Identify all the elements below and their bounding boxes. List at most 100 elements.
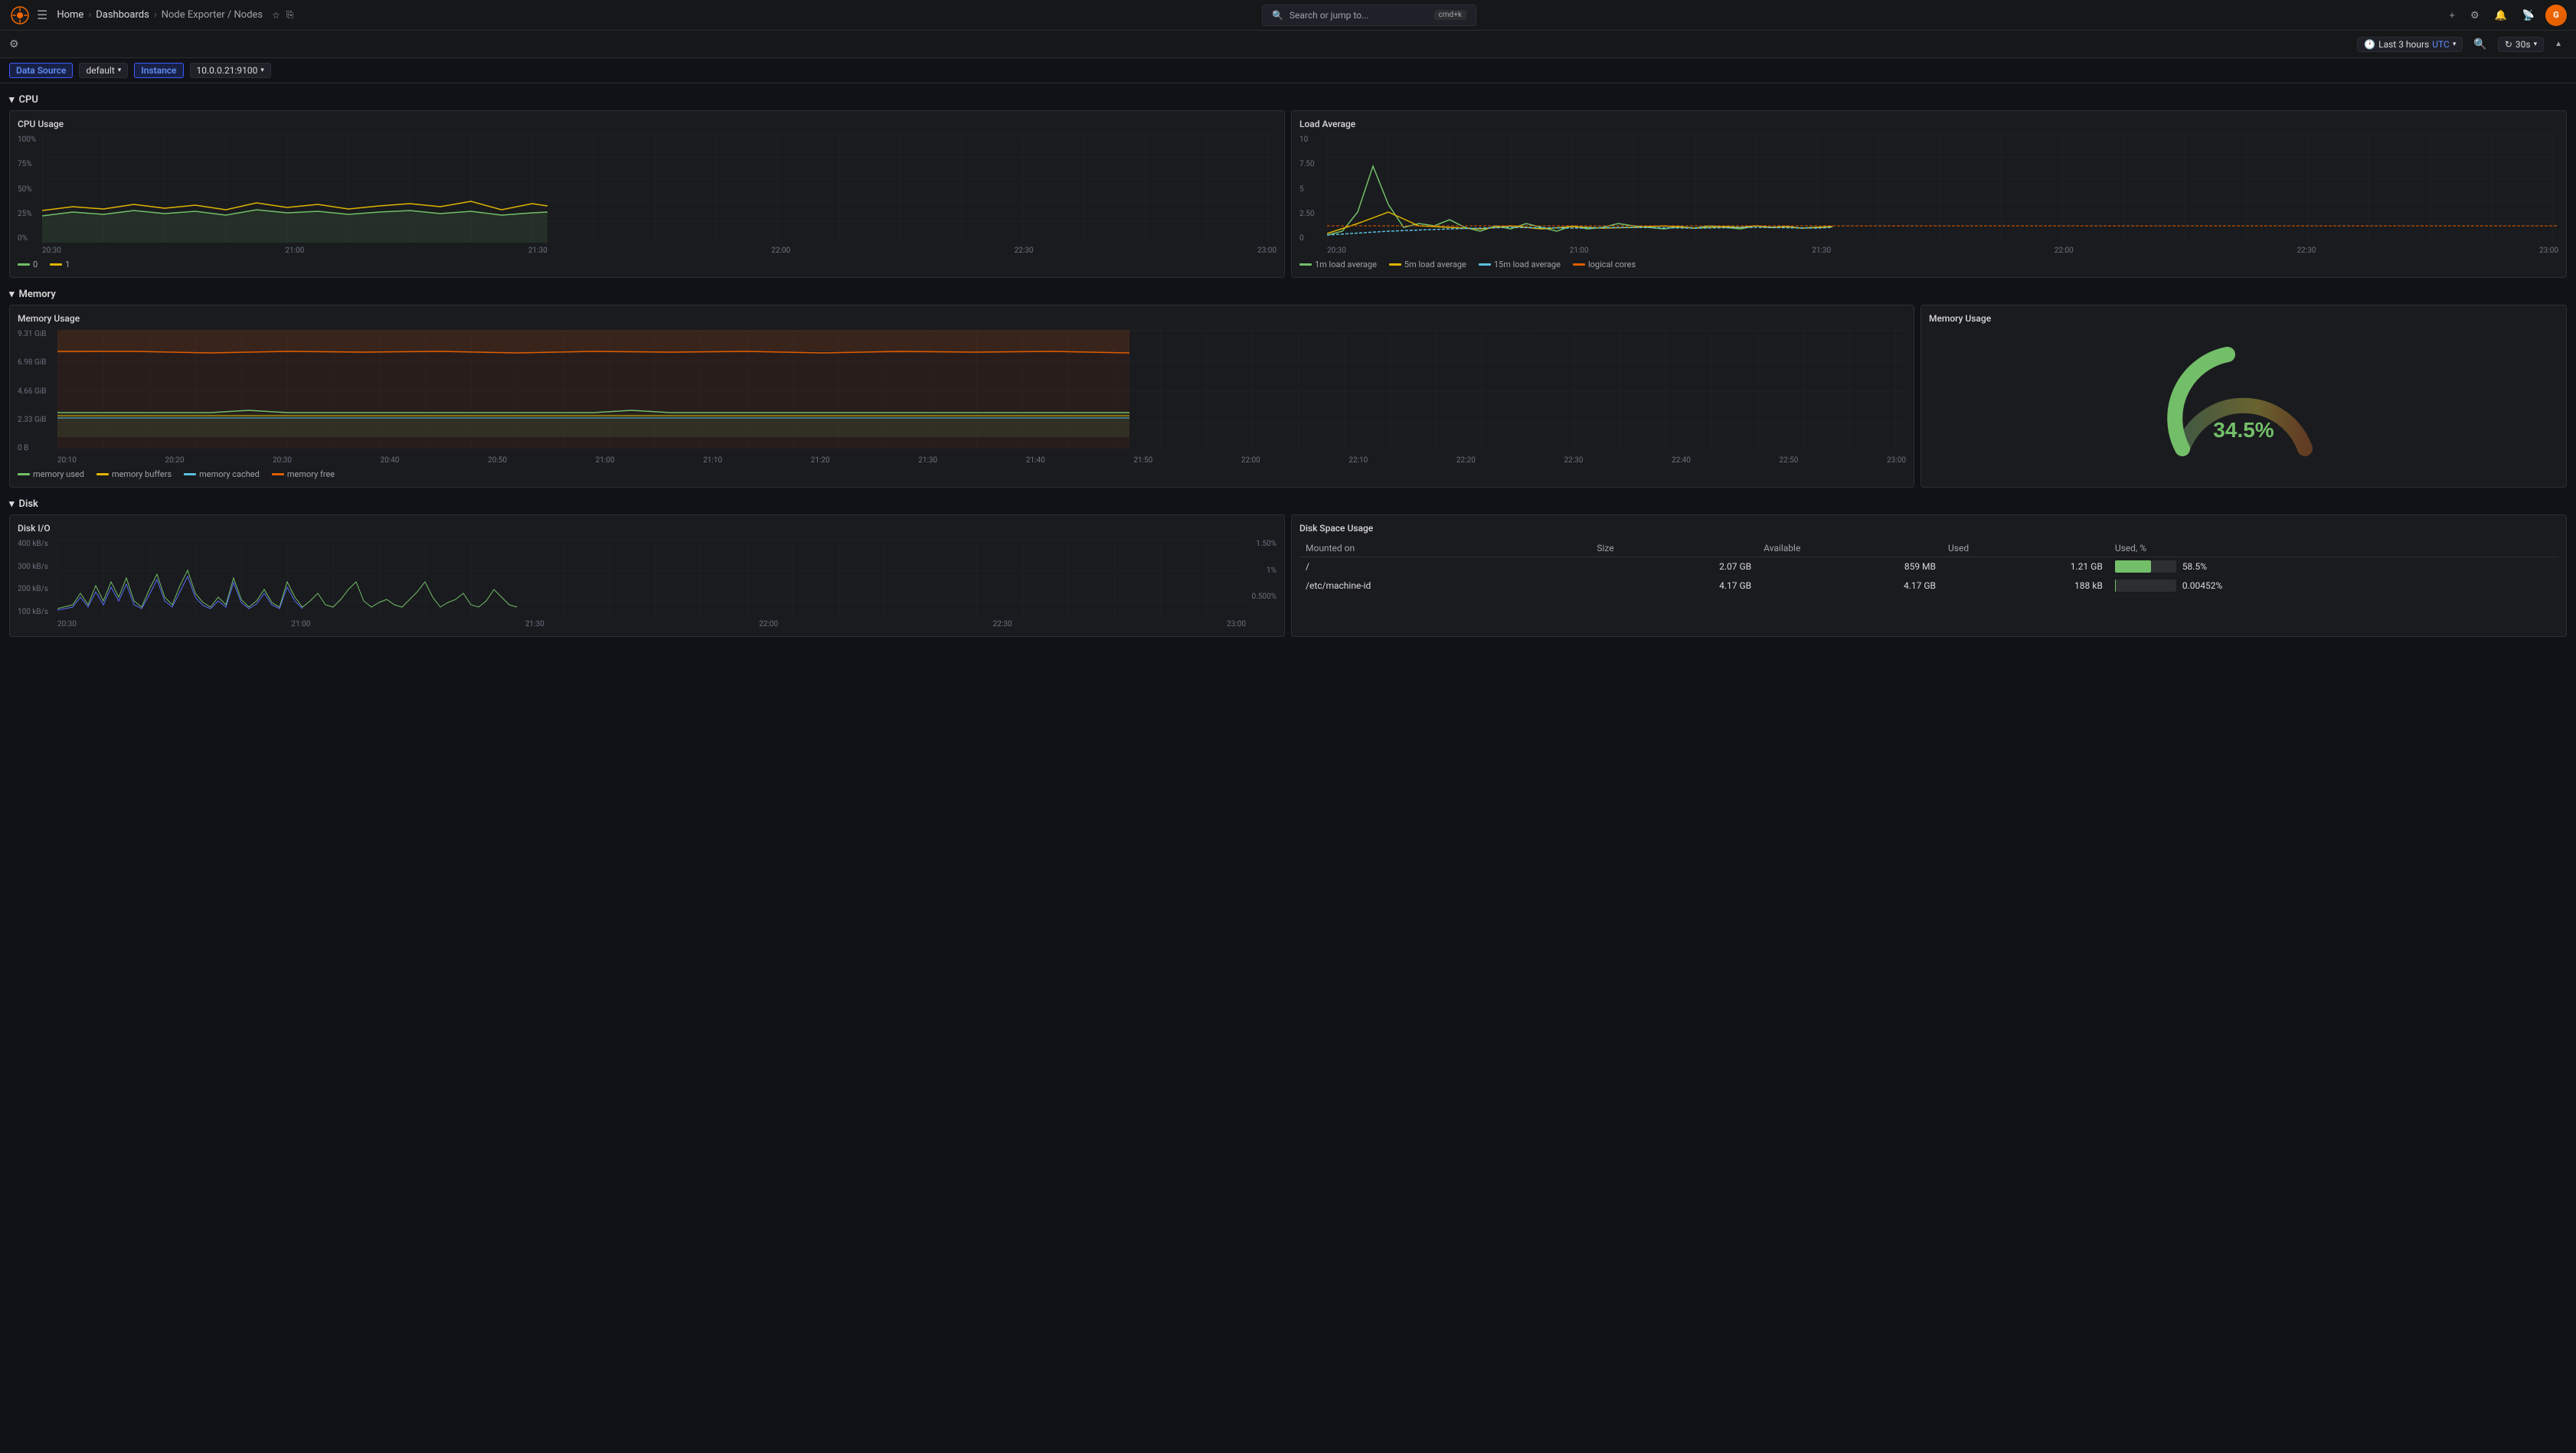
memory-panels: Memory Usage 9.31 GiB 6.98 GiB 4.66 GiB …	[9, 305, 2567, 488]
instance-picker[interactable]: 10.0.0.21:9100 ▾	[190, 63, 271, 78]
gauge-container: 34.5%	[1929, 330, 2558, 468]
cpu-x-2130: 21:30	[528, 247, 548, 255]
mem-y-466: 4.66 GiB	[18, 387, 46, 396]
load-15m-label: 15m load average	[1494, 260, 1561, 269]
time-chevron-icon: ▾	[2453, 41, 2457, 48]
gear-icon[interactable]: ⚙	[9, 38, 19, 51]
size-2: 4.17 GB	[1590, 576, 1757, 596]
navbar: ⚙ 🕐 Last 3 hours UTC ▾ 🔍 ↻ 30s ▾ ▲	[0, 31, 2576, 58]
load-cores-label: logical cores	[1588, 260, 1636, 269]
time-range-label: Last 3 hours	[2378, 39, 2429, 50]
disk-yr-150: 1.50%	[1252, 540, 1277, 548]
mem-x-2250: 22:50	[1780, 456, 1799, 465]
settings-icon[interactable]: ⚙	[2466, 6, 2484, 24]
cpu-legend-0: 0	[18, 260, 38, 269]
load-y-0: 0	[1299, 234, 1315, 243]
search-shortcut-label: cmd+k	[1434, 10, 1466, 20]
table-row: /etc/machine-id 4.17 GB 4.17 GB 188 kB 0…	[1299, 576, 2558, 596]
memory-section-header[interactable]: ▾ Memory	[9, 284, 2567, 305]
home-link[interactable]: Home	[57, 9, 83, 21]
cpu-chevron-icon: ▾	[9, 94, 15, 106]
dashboards-link[interactable]: Dashboards	[96, 9, 149, 21]
used-pct-1: 58.5%	[2109, 557, 2558, 576]
mem-x-2030: 20:30	[273, 456, 292, 465]
disk-section-header[interactable]: ▾ Disk	[9, 494, 2567, 514]
nav-right: 🕐 Last 3 hours UTC ▾ 🔍 ↻ 30s ▾ ▲	[2357, 34, 2567, 54]
disk-io-panel: Disk I/O 400 kB/s 300 kB/s 200 kB/s 100 …	[9, 514, 1285, 637]
mem-cached-label: memory cached	[199, 469, 260, 479]
avail-1: 859 MB	[1757, 557, 1942, 576]
add-button[interactable]: +	[2444, 6, 2460, 24]
disk-x-2130: 21:30	[525, 620, 544, 629]
cpu-usage-panel: CPU Usage 100% 75% 50% 25% 0%	[9, 110, 1285, 278]
cpu-legend: 0 1	[18, 260, 1277, 269]
disk-x-2030: 20:30	[57, 620, 77, 629]
star-icon[interactable]: ☆	[272, 10, 280, 21]
search-placeholder: Search or jump to...	[1290, 10, 1369, 21]
disk-section-title: Disk	[19, 498, 38, 510]
breadcrumb-current: Node Exporter / Nodes	[162, 9, 263, 21]
disk-y-200: 200 kB/s	[18, 585, 48, 593]
mem-x-2040: 20:40	[381, 456, 400, 465]
collapse-all-button[interactable]: ▲	[2550, 37, 2567, 51]
col-size: Size	[1590, 540, 1757, 557]
cpu-section-header[interactable]: ▾ CPU	[9, 90, 2567, 110]
load-legend-cores: logical cores	[1573, 260, 1636, 269]
hamburger-icon[interactable]: ☰	[37, 8, 47, 22]
mem-x-2120: 21:20	[811, 456, 830, 465]
mem-x-2150: 21:50	[1133, 456, 1152, 465]
instance-chevron: ▾	[260, 67, 264, 74]
breadcrumb-sep1: ›	[88, 9, 91, 21]
load-average-panel: Load Average 10 7.50 5 2.50 0	[1291, 110, 2567, 278]
col-used-pct: Used, %	[2109, 540, 2558, 557]
load-average-title: Load Average	[1299, 119, 2558, 129]
grafana-logo[interactable]	[9, 5, 31, 26]
mem-x-2210: 22:10	[1348, 456, 1368, 465]
col-available: Available	[1757, 540, 1942, 557]
cpu-y-100: 100%	[18, 136, 36, 144]
bell-icon[interactable]: 🔔	[2490, 6, 2512, 24]
cpu-legend-0-label: 0	[33, 260, 38, 269]
mem-x-2200: 22:00	[1241, 456, 1260, 465]
load-y-10: 10	[1299, 136, 1315, 144]
used-pct-2: 0.00452%	[2109, 576, 2558, 596]
avatar[interactable]: G	[2545, 5, 2567, 26]
memory-gauge-panel: Memory Usage	[1921, 305, 2567, 488]
mem-legend-buffers: memory buffers	[96, 469, 172, 479]
search-bar[interactable]: 🔍 Search or jump to... cmd+k	[1262, 5, 1476, 26]
disk-io-title: Disk I/O	[18, 523, 1277, 534]
time-range-picker[interactable]: 🕐 Last 3 hours UTC ▾	[2357, 37, 2463, 52]
refresh-picker[interactable]: ↻ 30s ▾	[2498, 37, 2544, 52]
mem-legend-used: memory used	[18, 469, 84, 479]
disk-space-panel: Disk Space Usage Mounted on Size Availab…	[1291, 514, 2567, 637]
mem-used-label: memory used	[33, 469, 84, 479]
load-5m-label: 5m load average	[1404, 260, 1466, 269]
cpu-y-0: 0%	[18, 234, 36, 243]
load-x-2030: 20:30	[1327, 247, 1346, 255]
rss-icon[interactable]: 📡	[2518, 6, 2539, 24]
disk-x-2100: 21:00	[291, 620, 310, 629]
used-pct-1-value: 58.5%	[2182, 561, 2207, 572]
refresh-icon: ↻	[2505, 39, 2512, 50]
load-legend-15m: 15m load average	[1479, 260, 1561, 269]
mount-1: /	[1299, 557, 1590, 576]
mount-2: /etc/machine-id	[1299, 576, 1590, 596]
datasource-label: Data Source	[9, 63, 73, 78]
load-y-750: 7.50	[1299, 160, 1315, 168]
mem-x-2240: 22:40	[1672, 456, 1691, 465]
load-x-2100: 21:00	[1570, 247, 1589, 255]
disk-io-chart	[57, 540, 1246, 616]
load-x-2130: 21:30	[1812, 247, 1831, 255]
memory-chart	[57, 330, 1906, 452]
memory-usage-title: Memory Usage	[18, 313, 1906, 324]
share-icon[interactable]: ⎘	[286, 9, 294, 21]
memory-legend: memory used memory buffers memory cached…	[18, 469, 1906, 479]
zoom-out-icon[interactable]: 🔍	[2469, 34, 2491, 54]
table-row: / 2.07 GB 859 MB 1.21 GB 58.5%	[1299, 557, 2558, 576]
cpu-y-75: 75%	[18, 160, 36, 168]
filterbar: Data Source default ▾ Instance 10.0.0.21…	[0, 58, 2576, 83]
disk-y-100: 100 kB/s	[18, 608, 48, 616]
topbar: ☰ Home › Dashboards › Node Exporter / No…	[0, 0, 2576, 31]
disk-panels: Disk I/O 400 kB/s 300 kB/s 200 kB/s 100 …	[9, 514, 2567, 637]
datasource-picker[interactable]: default ▾	[79, 63, 128, 78]
